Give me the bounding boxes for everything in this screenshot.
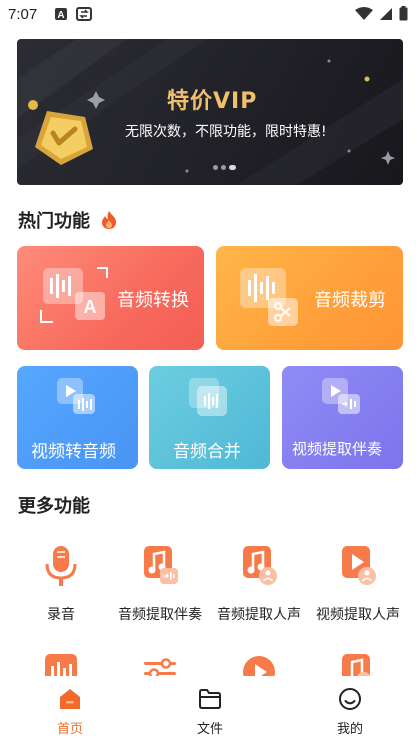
nav-files-label: 文件 bbox=[196, 722, 223, 737]
card-audio-convert-label: 音频转换 bbox=[117, 290, 189, 311]
video-extract-accompaniment-icon bbox=[322, 378, 360, 414]
card-video-to-audio[interactable]: 视频转音频 bbox=[17, 366, 138, 469]
fire-icon bbox=[102, 211, 117, 229]
svg-text:A: A bbox=[57, 10, 64, 21]
sliders-icon bbox=[144, 658, 176, 678]
card-video-extract-accompaniment[interactable]: 视频提取伴奏 bbox=[282, 366, 403, 469]
grid-item-record[interactable]: 录音 bbox=[13, 544, 109, 624]
banner-title: 特价VIP bbox=[167, 89, 258, 114]
svg-text:A: A bbox=[84, 297, 97, 317]
grid-item-video-extract-vocal-label: 视频提取人声 bbox=[316, 607, 400, 623]
nav-files[interactable]: 文件 bbox=[170, 686, 250, 737]
sync-icon bbox=[76, 7, 92, 21]
grid-item-audio-extract-vocal[interactable]: 音频提取人声 bbox=[211, 544, 307, 624]
nav-home-label: 首页 bbox=[56, 722, 83, 737]
carousel-dot-active bbox=[229, 165, 236, 170]
grid-item-partial-4[interactable] bbox=[338, 652, 378, 678]
audio-cut-icon bbox=[240, 268, 298, 326]
grid-item-audio-extract-accompaniment-label: 音频提取伴奏 bbox=[118, 607, 202, 623]
more-section-title: 更多功能 bbox=[18, 496, 90, 517]
microphone-icon bbox=[45, 546, 77, 586]
carousel-dot bbox=[213, 165, 218, 170]
wifi-icon bbox=[355, 6, 373, 20]
hot-section-header: 热门功能 bbox=[18, 207, 118, 233]
grid-item-audio-extract-vocal-label: 音频提取人声 bbox=[217, 607, 301, 623]
nav-home[interactable]: 首页 bbox=[30, 686, 110, 737]
audio-extract-accompaniment-icon bbox=[144, 546, 178, 584]
music-file-icon bbox=[342, 654, 372, 678]
grid-item-record-label: 录音 bbox=[47, 607, 75, 623]
grid-item-partial-3[interactable] bbox=[239, 652, 279, 678]
video-to-audio-icon bbox=[57, 378, 95, 414]
grid-item-partial-2[interactable] bbox=[140, 652, 180, 678]
banner-subtitle: 无限次数，不限功能，限时特惠! bbox=[125, 124, 327, 140]
folder-icon bbox=[199, 689, 221, 709]
grid-item-video-extract-vocal[interactable]: 视频提取人声 bbox=[310, 544, 406, 624]
video-extract-vocal-icon bbox=[342, 546, 376, 585]
card-audio-cut[interactable]: 音频裁剪 bbox=[216, 246, 403, 350]
card-audio-convert[interactable]: A 音频转换 bbox=[17, 246, 204, 350]
audio-extract-vocal-icon bbox=[243, 546, 277, 585]
vip-banner[interactable]: 特价VIP 无限次数，不限功能，限时特惠! bbox=[17, 39, 403, 185]
play-circle-icon bbox=[243, 656, 275, 678]
grid-item-audio-extract-accompaniment[interactable]: 音频提取伴奏 bbox=[112, 544, 208, 624]
card-audio-cut-label: 音频裁剪 bbox=[314, 290, 386, 311]
carousel-dot bbox=[221, 165, 226, 170]
card-video-extract-accompaniment-label: 视频提取伴奏 bbox=[292, 440, 383, 458]
battery-icon bbox=[399, 6, 408, 21]
bottom-nav: 首页 文件 我的 bbox=[0, 676, 420, 746]
card-audio-merge-label: 音频合并 bbox=[173, 442, 241, 462]
status-bar: 7:07 A bbox=[0, 0, 420, 32]
vip-gem-icon bbox=[28, 100, 93, 165]
nav-profile[interactable]: 我的 bbox=[310, 686, 390, 737]
audio-convert-icon: A bbox=[40, 267, 108, 323]
status-time: 7:07 bbox=[8, 6, 38, 23]
nav-profile-label: 我的 bbox=[336, 722, 363, 737]
home-icon bbox=[60, 689, 80, 709]
carousel-indicator bbox=[213, 165, 236, 170]
audio-wave-icon bbox=[45, 654, 77, 678]
card-video-to-audio-label: 视频转音频 bbox=[31, 442, 116, 462]
profile-icon bbox=[339, 688, 361, 710]
hot-section-title: 热门功能 bbox=[18, 211, 90, 232]
grid-item-partial-1[interactable] bbox=[41, 652, 81, 678]
signal-icon bbox=[380, 7, 392, 20]
notification-a-icon: A bbox=[55, 8, 67, 21]
audio-merge-icon bbox=[189, 378, 227, 416]
card-audio-merge[interactable]: 音频合并 bbox=[149, 366, 270, 469]
